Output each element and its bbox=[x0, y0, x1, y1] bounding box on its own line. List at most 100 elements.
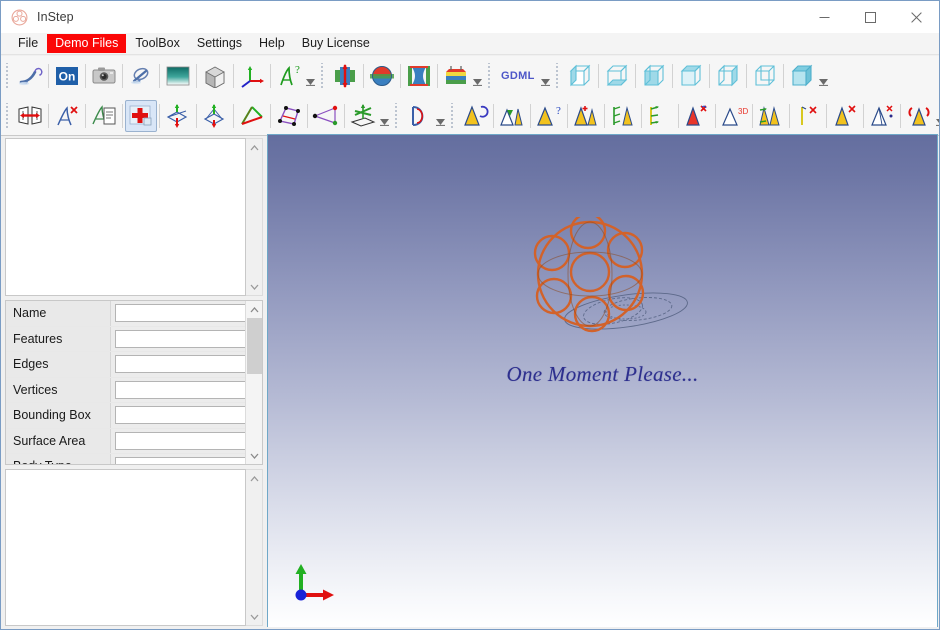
loading-message: One Moment Please... bbox=[506, 362, 699, 386]
chevron-down-icon[interactable] bbox=[246, 608, 262, 625]
scroll-trough[interactable] bbox=[246, 156, 262, 278]
face-report-icon[interactable] bbox=[88, 100, 120, 132]
cone-spin-icon[interactable] bbox=[903, 100, 935, 132]
menu-item-help[interactable]: Help bbox=[251, 34, 293, 53]
maximize-button[interactable] bbox=[847, 1, 893, 33]
property-value-input[interactable] bbox=[115, 329, 245, 348]
toolbar-grip[interactable] bbox=[485, 63, 494, 89]
message-log-list[interactable] bbox=[5, 469, 246, 626]
toolbar-grip[interactable] bbox=[3, 102, 12, 129]
toolbar-row-2: ? 3D bbox=[1, 96, 939, 136]
chevron-down-icon[interactable] bbox=[246, 278, 262, 295]
toolbar-overflow-chevron[interactable] bbox=[935, 101, 939, 131]
cone-gold-icon[interactable] bbox=[829, 100, 861, 132]
cone-extrude-icon[interactable] bbox=[755, 100, 787, 132]
chevron-up-icon[interactable] bbox=[246, 301, 262, 318]
alpha-query-icon[interactable]: ? bbox=[273, 60, 305, 92]
toolbar-grip[interactable] bbox=[392, 102, 401, 129]
add-feature-icon[interactable] bbox=[125, 99, 157, 132]
cone-pair-icon[interactable] bbox=[607, 100, 639, 132]
property-value-input[interactable] bbox=[115, 304, 245, 323]
close-button[interactable] bbox=[893, 1, 939, 33]
menu-item-file[interactable]: File bbox=[10, 34, 46, 53]
triangle-edges-icon[interactable] bbox=[236, 100, 268, 132]
toolbar-separator bbox=[641, 103, 642, 128]
delete-face-icon[interactable] bbox=[51, 100, 83, 132]
solid-cube-icon[interactable] bbox=[199, 60, 231, 92]
cone-red-icon[interactable] bbox=[681, 100, 713, 132]
merge-faces-icon[interactable] bbox=[14, 100, 46, 132]
project-up-icon[interactable] bbox=[199, 100, 231, 132]
toolbar-grip[interactable] bbox=[318, 63, 327, 89]
cone-rotate-icon[interactable] bbox=[459, 100, 491, 132]
chevron-up-icon[interactable] bbox=[246, 139, 262, 156]
rgb-stack-icon[interactable] bbox=[440, 60, 472, 92]
toolbar-grip[interactable] bbox=[552, 63, 562, 89]
scroll-trough[interactable] bbox=[246, 318, 262, 447]
chevron-down-icon[interactable] bbox=[246, 447, 262, 464]
menu-item-buy-license[interactable]: Buy License bbox=[294, 34, 378, 53]
menu-item-toolbox[interactable]: ToolBox bbox=[127, 34, 187, 53]
box-face-left-icon[interactable] bbox=[638, 60, 670, 92]
property-value-input[interactable] bbox=[115, 380, 245, 399]
minimize-button[interactable] bbox=[801, 1, 847, 33]
curve-sweep-icon[interactable] bbox=[14, 60, 46, 92]
toolbar-separator bbox=[678, 103, 679, 128]
axis-triad-icon[interactable] bbox=[236, 60, 268, 92]
box-face-top-icon[interactable] bbox=[675, 60, 707, 92]
toolbar-grip[interactable] bbox=[3, 63, 12, 89]
message-log-panel bbox=[5, 469, 263, 626]
angle-measure-icon[interactable] bbox=[310, 100, 342, 132]
cone-arrows-icon[interactable] bbox=[644, 100, 676, 132]
box-face-front-icon[interactable] bbox=[564, 60, 596, 92]
model-tree-list[interactable] bbox=[5, 138, 246, 296]
cone-add-icon[interactable] bbox=[570, 100, 602, 132]
box-face-back-icon[interactable] bbox=[749, 60, 781, 92]
toolbar-overflow-chevron[interactable] bbox=[540, 61, 551, 91]
toolbar-overflow-chevron[interactable] bbox=[472, 61, 483, 91]
scroll-trough[interactable] bbox=[246, 487, 262, 608]
box-face-bottom-icon[interactable] bbox=[601, 60, 633, 92]
rgb-cylinder-icon[interactable] bbox=[329, 60, 361, 92]
axis-pin-icon[interactable] bbox=[792, 100, 824, 132]
project-down-icon[interactable] bbox=[162, 100, 194, 132]
plane-section-icon[interactable] bbox=[347, 100, 379, 132]
on-toggle-icon[interactable]: On bbox=[51, 60, 83, 92]
camera-icon[interactable] bbox=[88, 60, 120, 92]
cone-shade-icon[interactable] bbox=[496, 100, 528, 132]
gdml-text-icon[interactable]: GDML bbox=[496, 70, 540, 82]
cone-query-icon[interactable]: ? bbox=[533, 100, 565, 132]
cone-point-icon[interactable] bbox=[866, 100, 898, 132]
orbit-rotate-icon[interactable] bbox=[125, 60, 157, 92]
properties-scrollbar[interactable] bbox=[245, 301, 262, 464]
toolbar-overflow-chevron[interactable] bbox=[305, 61, 316, 91]
model-tree-scrollbar[interactable] bbox=[246, 138, 263, 296]
quad-vertices-icon[interactable] bbox=[273, 100, 305, 132]
scroll-thumb[interactable] bbox=[247, 318, 262, 374]
box-all-faces-icon[interactable] bbox=[786, 60, 818, 92]
menu-item-settings[interactable]: Settings bbox=[189, 34, 250, 53]
d-profile-icon[interactable] bbox=[403, 100, 435, 132]
menu-item-demo-files[interactable]: Demo Files bbox=[47, 34, 127, 53]
property-value-input[interactable] bbox=[115, 431, 245, 450]
toolbar-overflow-chevron[interactable] bbox=[379, 101, 390, 131]
property-value-input[interactable] bbox=[115, 457, 245, 464]
gradient-swatch-icon[interactable] bbox=[162, 60, 194, 92]
message-log-scrollbar[interactable] bbox=[246, 469, 263, 626]
toolbar-grip[interactable] bbox=[448, 102, 457, 129]
toolbar-separator bbox=[159, 103, 160, 128]
toolbar-overflow-chevron[interactable] bbox=[818, 61, 829, 91]
rgb-sphere-icon[interactable] bbox=[366, 60, 398, 92]
cone-3d-icon[interactable]: 3D bbox=[718, 100, 750, 132]
property-value-input[interactable] bbox=[115, 406, 245, 425]
property-label: Name bbox=[6, 301, 111, 326]
rgb-hyperboloid-icon[interactable] bbox=[403, 60, 435, 92]
box-face-right-icon[interactable] bbox=[712, 60, 744, 92]
3d-viewport[interactable]: One Moment Please... bbox=[267, 134, 938, 629]
property-value-input[interactable] bbox=[115, 355, 245, 374]
loading-overlay: One Moment Please... bbox=[268, 135, 937, 628]
chevron-up-icon[interactable] bbox=[246, 470, 262, 487]
property-label: Edges bbox=[6, 352, 111, 377]
toolbar-overflow-chevron[interactable] bbox=[435, 101, 446, 131]
property-label: Bounding Box bbox=[6, 403, 111, 428]
